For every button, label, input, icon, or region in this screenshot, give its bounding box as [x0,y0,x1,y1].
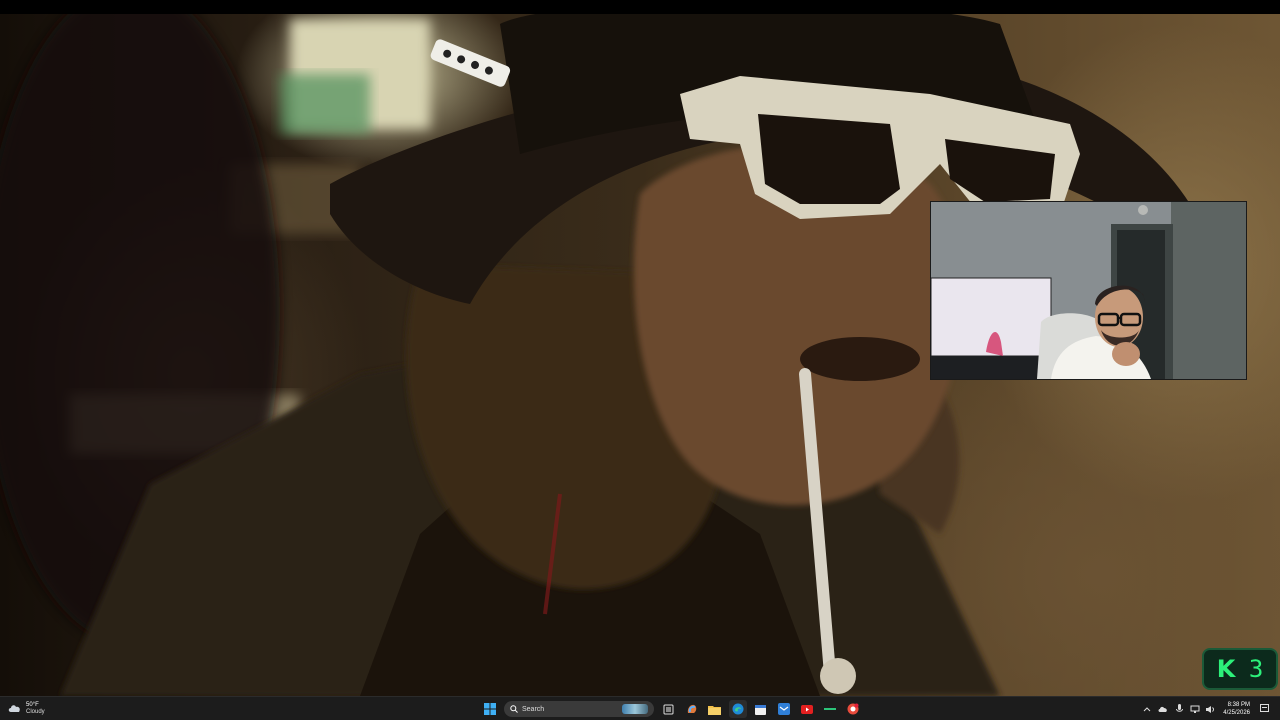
mail-icon[interactable] [775,700,793,718]
search-highlight-icon [622,704,648,714]
onedrive-icon[interactable] [1157,703,1169,715]
taskbar-clock[interactable]: 8:38 PM 4/25/2026 [1223,701,1250,717]
weather-temp: 50°F [26,702,39,708]
edge-icon[interactable] [728,700,747,718]
taskbar-search[interactable]: Search [504,701,654,717]
file-explorer-icon[interactable] [706,700,724,718]
webcam-scene [931,202,1246,379]
k3-badge: K 3 [1202,648,1278,690]
volume-icon[interactable] [1205,703,1217,715]
clock-time: 8:38 PM [1227,702,1250,708]
network-icon[interactable] [1189,703,1201,715]
calendar-icon[interactable] [752,700,770,718]
search-icon [510,700,518,718]
taskbar: 50°F Cloudy Search 8:38 PM 4/25/2026 [0,696,1280,720]
terminal-icon[interactable] [821,700,839,718]
chrome-icon[interactable] [844,700,862,718]
system-tray: 8:38 PM 4/25/2026 [1139,699,1272,719]
taskbar-apps: Search [478,699,864,719]
weather-widget[interactable]: 50°F Cloudy [8,700,45,718]
notification-icon[interactable] [1258,703,1270,715]
task-view-icon[interactable] [660,700,678,718]
search-label: Search [522,705,545,713]
youtube-icon[interactable] [798,700,816,718]
clock-date: 4/25/2026 [1223,710,1250,716]
copilot-icon[interactable] [683,700,701,718]
badge-letter: K [1216,655,1236,683]
microphone-icon[interactable] [1173,703,1185,715]
cloud-icon [8,700,22,718]
badge-number: 3 [1248,655,1264,683]
start-icon[interactable] [481,700,499,718]
weather-condition: Cloudy [26,709,45,715]
webcam-overlay [930,201,1247,380]
chevron-up-icon[interactable] [1141,703,1153,715]
